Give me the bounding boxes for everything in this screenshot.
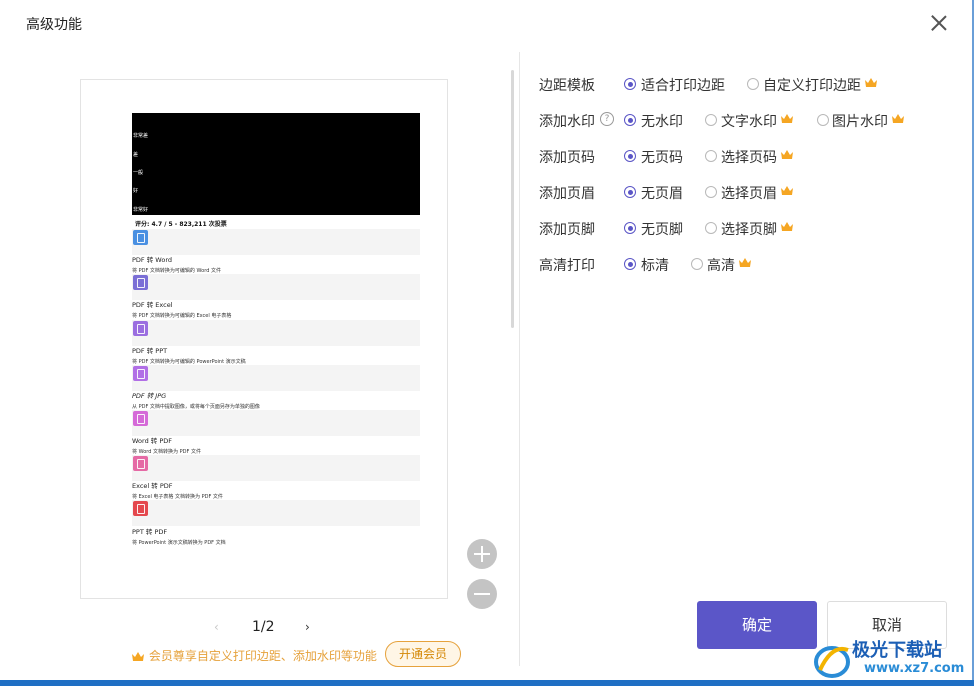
preview-rating: 评分: 4.7 / 5 - 823,211 次投票 [135,221,227,228]
page-number-label: 添加页码 [539,150,595,166]
preview-item-desc: 将 Excel 电子表格 文档转换为 PDF 文件 [132,494,223,500]
option-hd[interactable]: 高清 [707,255,735,275]
preview-item-title: Word 转 PDF [132,437,173,445]
preview-item-title: PDF 转 Word [132,256,173,264]
crown-icon [781,150,793,159]
preview-item-row [132,410,420,436]
option-no-header[interactable]: 无页眉 [641,183,683,203]
radio-no-header[interactable] [624,186,636,198]
preview-item-title: PPT 转 PDF [132,528,168,536]
option-image-watermark[interactable]: 图片水印 [832,111,888,131]
open-vip-button[interactable]: 开通会员 [385,641,461,667]
footer-label: 添加页脚 [539,222,595,238]
option-select-page-number[interactable]: 选择页码 [721,147,777,167]
confirm-button[interactable]: 确定 [697,601,817,649]
preview-item-title: Excel 转 PDF [132,482,173,490]
print-preview-page: 非常差 差 一般 好 非常好 评分: 4.7 / 5 - 823,211 次投票… [80,79,448,599]
option-no-footer[interactable]: 无页脚 [641,219,683,239]
preview-item-row [132,455,420,481]
radio-no-page-number[interactable] [624,150,636,162]
prev-page-icon[interactable]: ‹ [214,620,219,634]
pdf-to-jpg-icon [133,366,148,381]
ppt-to-pdf-icon [133,501,148,516]
preview-item-row [132,320,420,346]
option-select-footer[interactable]: 选择页脚 [721,219,777,239]
option-no-watermark[interactable]: 无水印 [641,111,683,131]
margin-template-label: 边距模板 [539,78,595,94]
radio-select-page-number[interactable] [705,150,717,162]
preview-item-row [132,365,420,391]
crown-icon [781,222,793,231]
option-fit-margin[interactable]: 适合打印边距 [641,75,725,95]
preview-item-title: PDF 转 Excel [132,301,173,309]
preview-item-desc: 将 PDF 文档转换为可编辑的 Excel 电子表格 [132,313,232,319]
dialog-title: 高级功能 [26,17,82,33]
advanced-features-dialog: 高级功能 非常差 差 一般 好 非常好 评分: 4.7 / 5 - 823,21… [0,0,974,680]
preview-black-line: 非常差 [133,133,149,139]
aurora-logo-icon [814,646,850,678]
preview-black-line: 一般 [133,170,144,176]
preview-item-title: PDF 转 PPT [132,347,168,355]
preview-item-desc: 将 PowerPoint 演示文稿转换为 PDF 文档 [132,540,226,546]
radio-custom-margin[interactable] [747,78,759,90]
site-watermark: 极光下载站 www.xz7.com [812,636,968,682]
zoom-out-icon[interactable] [467,579,497,609]
option-select-header[interactable]: 选择页眉 [721,183,777,203]
hd-print-label: 高清打印 [539,258,595,274]
preview-black-line: 非常好 [133,207,149,213]
option-standard[interactable]: 标清 [641,255,669,275]
crown-icon [781,114,793,123]
preview-item-row [132,500,420,526]
crown-icon [865,78,877,87]
preview-black-line: 差 [133,152,139,158]
preview-scrollbar[interactable] [511,70,514,328]
close-icon[interactable] [928,12,950,34]
watermark-url: www.xz7.com [864,661,965,676]
word-to-pdf-icon [133,411,148,426]
watermark-site-name: 极光下载站 [852,640,942,661]
radio-text-watermark[interactable] [705,114,717,126]
crown-icon [739,258,751,267]
preview-item-row [132,229,420,255]
radio-standard[interactable] [624,258,636,270]
radio-select-header[interactable] [705,186,717,198]
preview-item-title: PDF 转 JPG [132,392,167,400]
preview-black-line: 好 [133,188,139,194]
crown-icon [131,651,145,662]
preview-item-desc: 从 PDF 文档中提取图像，或将每个页面另存为单独的图像 [132,404,260,410]
radio-image-watermark[interactable] [817,114,829,126]
preview-item-desc: 将 PDF 文档转换为可编辑的 PowerPoint 演示文稿 [132,359,246,365]
radio-select-footer[interactable] [705,222,717,234]
pdf-to-ppt-icon [133,321,148,336]
pdf-to-excel-icon [133,275,148,290]
page-indicator: 1/2 [252,619,275,635]
pdf-to-word-icon [133,230,148,245]
crown-icon [892,114,904,123]
zoom-in-icon[interactable] [467,539,497,569]
option-custom-margin[interactable]: 自定义打印边距 [763,75,861,95]
excel-to-pdf-icon [133,456,148,471]
preview-item-row [132,274,420,300]
preview-item-desc: 将 PDF 文档转换为可编辑的 Word 文件 [132,268,221,274]
watermark-label: 添加水印 [539,114,595,130]
radio-no-footer[interactable] [624,222,636,234]
next-page-icon[interactable]: › [305,620,310,634]
radio-no-watermark[interactable] [624,114,636,126]
panel-divider [519,52,520,666]
radio-hd[interactable] [691,258,703,270]
crown-icon [781,186,793,195]
preview-black-block: 非常差 差 一般 好 非常好 [132,113,420,215]
header-label: 添加页眉 [539,186,595,202]
preview-item-desc: 将 Word 文档转换为 PDF 文件 [132,449,201,455]
option-no-page-number[interactable]: 无页码 [641,147,683,167]
help-icon[interactable]: ? [600,112,614,126]
option-text-watermark[interactable]: 文字水印 [721,111,777,131]
vip-promo-text: 会员尊享自定义打印边距、添加水印等功能 [148,649,377,663]
vip-promo: 会员尊享自定义打印边距、添加水印等功能 [131,647,377,664]
radio-fit-margin[interactable] [624,78,636,90]
